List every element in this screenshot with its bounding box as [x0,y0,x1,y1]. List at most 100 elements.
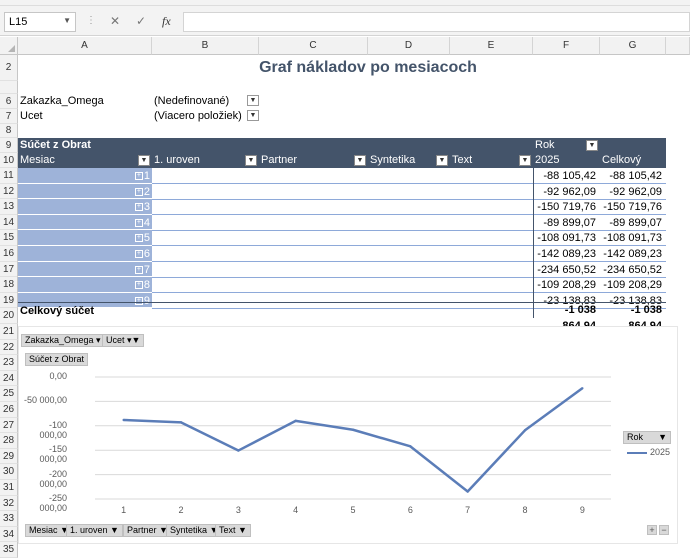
partner-dropdown-icon[interactable]: ▼ [354,155,366,166]
row-header-13[interactable]: 13 [0,199,18,215]
collapse-icon[interactable]: − [659,525,669,535]
expand-icon[interactable]: + [647,525,657,535]
pivot-row-mesiac[interactable]: +3 [18,199,152,215]
row-header-7[interactable]: 7 [0,109,18,124]
pivot-chart[interactable]: Zakazka_Omega ▾▼ Ucet ▾▼ Súčet z Obrat 0… [18,326,678,544]
syntetika-dropdown-icon[interactable]: ▼ [436,155,448,166]
year-label[interactable]: 2025 [533,153,600,168]
row-header-15[interactable]: 15 [0,230,18,246]
data-point[interactable] [466,490,469,493]
expand-icon[interactable]: + [134,172,143,181]
row-header-19[interactable]: 19 [0,292,18,309]
col-header-c[interactable]: C [259,37,368,55]
row-header-26[interactable]: 26 [0,402,18,418]
row-header-31[interactable]: 31 [0,480,18,496]
pivot-row-mesiac[interactable]: +5 [18,230,152,246]
data-point[interactable] [294,419,297,423]
formula-input[interactable] [183,12,690,32]
row-header-2[interactable]: 2 [0,55,18,81]
enter-icon[interactable]: ✓ [136,14,146,28]
uroven-filter-icon[interactable]: ▼ [245,155,257,166]
pivot-cell-total[interactable]: -92 962,09 [600,184,666,200]
data-point[interactable] [179,421,183,424]
pivot-cell-value[interactable]: -150 719,76 [533,199,600,215]
pivot-row-mesiac[interactable]: +2 [18,183,152,200]
axis-btn-syntetika[interactable]: Syntetika ▼ [166,524,223,537]
pivot-row-mesiac[interactable]: +6 [18,246,152,262]
select-all-corner[interactable] [0,37,18,55]
row-header-28[interactable]: 28 [0,433,18,449]
row-header-27[interactable]: 27 [0,417,18,434]
row-header-uroven[interactable]: 1. uroven [152,153,259,168]
row-header-9[interactable]: 9 [0,138,18,153]
cancel-icon[interactable]: ✕ [110,14,120,28]
chevron-down-icon[interactable]: ▼ [63,16,71,25]
row-header-20[interactable]: 20 [0,308,18,324]
pivot-cell-value[interactable]: -109 208,29 [533,277,600,293]
pivot-cell-value[interactable]: -89 899,07 [533,215,600,231]
row-header-14[interactable]: 14 [0,214,18,231]
data-point[interactable] [409,445,412,448]
pivot-cell-total[interactable]: -150 719,76 [600,199,666,215]
pivot-row-mesiac[interactable]: +1 [18,168,152,184]
row-header-mesiac[interactable]: Mesiac [18,153,152,168]
col-header-g[interactable]: G [600,37,666,55]
pivot-row-mesiac[interactable]: +4 [18,214,152,231]
axis-btn-text[interactable]: Text ▼ [215,524,251,537]
pivot-cell-value[interactable]: -142 089,23 [533,246,600,262]
series-line-2025[interactable] [123,387,584,493]
text-dropdown-icon[interactable]: ▼ [519,155,531,166]
data-point[interactable] [581,387,584,390]
row-header-25[interactable]: 25 [0,386,18,402]
insert-function-icon[interactable]: fx [162,14,171,29]
col-header-e[interactable]: E [450,37,533,55]
row-header-10[interactable]: 10 [0,153,18,168]
pivot-cell-value[interactable]: -88 105,42 [533,168,600,184]
pivot-cell-value[interactable]: -108 091,73 [533,230,600,246]
data-point[interactable] [351,428,355,431]
name-box[interactable]: L15 ▼ [4,12,76,32]
legend-field-btn[interactable]: Rok ▼ [623,431,671,444]
row-header-33[interactable]: 33 [0,511,18,527]
row-header-24[interactable]: 24 [0,370,18,387]
pivot-cell-total[interactable]: -88 105,42 [600,168,666,184]
expand-icon[interactable]: + [134,234,143,243]
expand-icon[interactable]: + [134,187,143,196]
row-header-18[interactable]: 18 [0,277,18,293]
filter-funnel-icon[interactable]: ▼ [247,110,259,121]
pivot-values-label[interactable]: Súčet z Obrat [18,138,533,153]
row-header-22[interactable]: 22 [0,339,18,356]
row-header-8[interactable]: 8 [0,124,18,138]
row-header-30[interactable]: 30 [0,464,18,480]
row-header-16[interactable]: 16 [0,246,18,262]
col-header-b[interactable]: B [152,37,259,55]
mesiac-dropdown-icon[interactable]: ▼ [138,155,150,166]
col-header-a[interactable]: A [18,37,152,55]
row-header-partner[interactable]: Partner [259,153,368,168]
pivot-cell-value[interactable]: -234 650,52 [533,262,600,278]
row-header-17[interactable]: 17 [0,261,18,278]
expand-icon[interactable]: + [134,296,143,305]
row-header-21[interactable]: 21 [0,324,18,340]
col-header-h[interactable] [666,37,690,55]
expand-icon[interactable]: + [134,281,143,290]
row-header-32[interactable]: 32 [0,495,18,512]
row-header-29[interactable]: 29 [0,448,18,465]
row-header-35[interactable]: 35 [0,542,18,558]
row-header-23[interactable]: 23 [0,355,18,371]
data-point[interactable] [122,418,125,422]
axis-btn-uroven[interactable]: 1. uroven ▼ [66,524,123,537]
pivot-cell-total[interactable]: -234 650,52 [600,262,666,278]
pivot-cell-total[interactable]: -89 899,07 [600,215,666,231]
pivot-row-mesiac[interactable]: +7 [18,261,152,278]
expand-icon[interactable]: + [134,250,143,259]
pivot-row-mesiac[interactable]: +8 [18,277,152,293]
expand-icon[interactable]: + [134,265,143,274]
row-header-6[interactable]: 6 [0,94,18,109]
filter-funnel-icon[interactable]: ▼ [247,95,259,106]
expand-icon[interactable]: + [134,218,143,227]
row-header-11[interactable]: 11 [0,168,18,184]
pivot-cell-total[interactable]: -142 089,23 [600,246,666,262]
data-point[interactable] [237,449,240,452]
data-point[interactable] [523,429,527,432]
